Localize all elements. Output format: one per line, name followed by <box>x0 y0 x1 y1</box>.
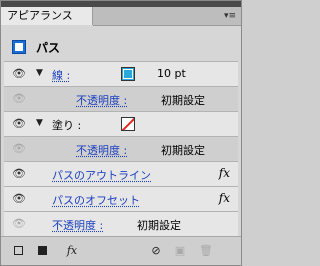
appearance-attribute-list: 👁 ▼ 線 : 10 pt 👁 不透明度 : 初期設定 👁 ▼ 塗り : 👁 不… <box>4 61 238 236</box>
tab-strip <box>93 7 241 26</box>
disclosure-triangle-icon[interactable]: ▼ <box>36 68 43 78</box>
appearance-panel: アピアランス ▾≡ パス 👁 ▼ 線 : 10 pt 👁 不透明度 : 初期設定… <box>0 0 242 266</box>
panel-footer-toolbar: fx ⊘ ▣ 🗑 <box>1 236 241 265</box>
opacity-value: 初期設定 <box>137 219 181 232</box>
effect-offset-path-row[interactable]: 👁 パスのオフセット fx <box>4 186 238 211</box>
visibility-eye-icon[interactable]: 👁 <box>12 168 28 179</box>
fill-opacity-row[interactable]: 👁 不透明度 : 初期設定 <box>4 136 238 161</box>
effect-outline-path-row[interactable]: 👁 パスのアウトライン fx <box>4 161 238 186</box>
add-effect-fx-icon[interactable]: fx <box>63 244 81 258</box>
fx-icon: fx <box>218 166 230 180</box>
object-opacity-row[interactable]: 👁 不透明度 : 初期設定 <box>4 211 238 236</box>
stroke-weight-value[interactable]: 10 pt <box>157 67 186 80</box>
selection-header: パス <box>4 36 238 60</box>
effect-offset-path-link[interactable]: パスのオフセット <box>52 192 140 208</box>
path-thumbnail-icon <box>12 40 26 54</box>
fill-row[interactable]: 👁 ▼ 塗り : <box>4 111 238 136</box>
opacity-label[interactable]: 不透明度 : <box>76 92 127 108</box>
visibility-eye-icon[interactable]: 👁 <box>12 143 28 154</box>
opacity-label[interactable]: 不透明度 : <box>76 142 127 158</box>
tab-appearance[interactable]: アピアランス <box>1 7 93 25</box>
stroke-label[interactable]: 線 : <box>52 67 70 83</box>
delete-item-icon[interactable]: 🗑 <box>199 244 213 258</box>
opacity-label[interactable]: 不透明度 : <box>52 217 103 233</box>
fill-label[interactable]: 塗り : <box>52 117 81 133</box>
panel-menu-icon[interactable]: ▾≡ <box>223 9 237 23</box>
effect-outline-path-link[interactable]: パスのアウトライン <box>52 167 151 183</box>
add-new-fill-icon[interactable] <box>35 244 49 258</box>
stroke-color-swatch[interactable] <box>121 67 135 81</box>
visibility-eye-icon[interactable]: 👁 <box>12 93 28 104</box>
add-new-stroke-icon[interactable] <box>11 244 25 258</box>
fill-none-swatch[interactable] <box>121 117 135 131</box>
object-title: パス <box>36 41 61 55</box>
fx-icon: fx <box>218 191 230 205</box>
opacity-value: 初期設定 <box>161 144 205 157</box>
clear-appearance-icon[interactable]: ⊘ <box>149 244 163 258</box>
visibility-eye-icon[interactable]: 👁 <box>12 218 28 229</box>
visibility-eye-icon[interactable]: 👁 <box>12 118 28 129</box>
disclosure-triangle-icon[interactable]: ▼ <box>36 118 43 128</box>
visibility-eye-icon[interactable]: 👁 <box>12 193 28 204</box>
stroke-opacity-row[interactable]: 👁 不透明度 : 初期設定 <box>4 86 238 111</box>
visibility-eye-icon[interactable]: 👁 <box>12 68 28 79</box>
opacity-value: 初期設定 <box>161 94 205 107</box>
stroke-row[interactable]: 👁 ▼ 線 : 10 pt <box>4 61 238 86</box>
duplicate-item-icon[interactable]: ▣ <box>173 244 187 258</box>
